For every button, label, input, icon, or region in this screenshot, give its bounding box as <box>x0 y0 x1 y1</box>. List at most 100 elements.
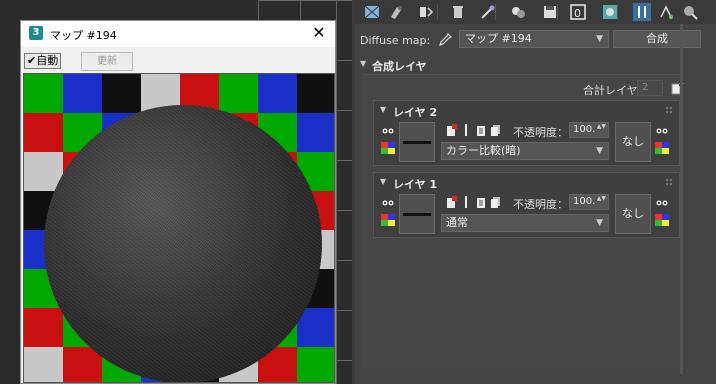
preview-canvas <box>23 73 335 383</box>
drag-handle-icon[interactable] <box>665 106 673 114</box>
blend-mode-dropdown[interactable]: カラー比較(暗) ▼ <box>441 142 609 160</box>
layer-visibility-eye-icon[interactable] <box>381 126 395 136</box>
toolbar-separator <box>437 4 438 20</box>
checker-tile <box>297 74 334 113</box>
mask-color-swatch-icon[interactable] <box>655 214 669 226</box>
viewport-grid-line <box>336 360 352 361</box>
material-parameters-panel: Diffuse map: マップ #194 ▼ 合成 ▼ 合成レイヤ 合計レイヤ… <box>355 24 716 384</box>
layer-copy-icon[interactable] <box>475 196 487 208</box>
layer-new-icon[interactable] <box>445 124 457 136</box>
mask-color-swatch-icon[interactable] <box>655 142 669 154</box>
composite-rollout-header[interactable]: ▼ 合成レイヤ <box>355 56 716 74</box>
checker-tile <box>297 347 334 382</box>
drag-handle-icon[interactable] <box>665 178 673 186</box>
spinner-arrows-icon[interactable]: ▲▼ <box>597 123 606 130</box>
layer-header[interactable]: ▼ レイヤ 2 <box>374 101 679 121</box>
layer-color-swatch-icon[interactable] <box>381 214 395 226</box>
opacity-label: 不透明度： <box>513 126 568 139</box>
layer-separator-icon[interactable] <box>460 124 472 136</box>
chevron-down-icon: ▼ <box>596 218 603 228</box>
opacity-value: 100. <box>573 124 596 135</box>
layer-mask-slot[interactable]: なし <box>615 122 651 162</box>
show-map-icon[interactable] <box>363 3 381 21</box>
map-type-button[interactable]: 合成 <box>613 30 701 48</box>
preview-titlebar[interactable]: 3 マップ #194 ✕ <box>21 21 335 47</box>
spinner-arrows-icon[interactable]: ▲▼ <box>597 195 606 202</box>
opacity-spinner[interactable]: 100. ▲▼ <box>569 194 609 210</box>
material-editor-toolbar: 0 <box>355 0 716 24</box>
blend-mode-value: 通常 <box>446 216 468 229</box>
opacity-spinner[interactable]: 100. ▲▼ <box>569 122 609 138</box>
auto-update-checkbox[interactable]: ✔自動 <box>24 53 62 69</box>
layer-map-slot[interactable] <box>399 194 435 234</box>
map-name-dropdown[interactable]: マップ #194 ▼ <box>459 30 609 48</box>
collapse-icon: ▼ <box>380 105 387 114</box>
viewport-grid-line <box>258 0 259 20</box>
opacity-value: 100. <box>573 196 596 207</box>
collapse-icon: ▼ <box>360 59 367 68</box>
panel-scrollbar[interactable] <box>680 24 683 374</box>
layer-copy-icon[interactable] <box>475 124 487 136</box>
mask-visibility-eye-icon[interactable] <box>655 198 669 208</box>
pick-icon[interactable] <box>681 3 699 21</box>
navigate-icon[interactable] <box>657 3 675 21</box>
assign-material-icon[interactable] <box>417 3 435 21</box>
blend-mode-dropdown[interactable]: 通常 ▼ <box>441 214 609 232</box>
rollout-title: 合成レイヤ <box>372 60 427 73</box>
checker-tile <box>24 308 63 347</box>
toolbar-separator <box>617 4 618 20</box>
layer-visibility-eye-icon[interactable] <box>381 198 395 208</box>
svg-text:0: 0 <box>574 7 581 20</box>
viewport-grid-line <box>336 260 352 261</box>
mask-visibility-eye-icon[interactable] <box>655 126 669 136</box>
checker-tile <box>24 113 63 152</box>
layer-new-icon[interactable] <box>445 196 457 208</box>
update-button[interactable]: 更新 <box>81 52 133 71</box>
checker-tile <box>258 74 297 113</box>
layer-duplicate-icon[interactable] <box>490 196 502 208</box>
checker-tile <box>24 347 63 382</box>
map-id-icon[interactable]: 0 <box>569 3 587 21</box>
checker-tile <box>297 113 334 152</box>
total-layers-field: 2 <box>637 80 663 96</box>
chevron-down-icon: ▼ <box>596 34 603 44</box>
layer-mask-slot[interactable]: なし <box>615 194 651 234</box>
map-slot-preview <box>403 141 431 144</box>
blend-mode-value: カラー比較(暗) <box>446 144 521 157</box>
layer-color-swatch-icon[interactable] <box>381 142 395 154</box>
diffuse-map-label: Diffuse map: <box>360 34 431 47</box>
layer-map-slot[interactable] <box>399 122 435 162</box>
toolbar-separator <box>557 4 558 20</box>
preview-sphere <box>44 105 322 382</box>
viewport-grid-line <box>336 60 352 61</box>
close-icon[interactable]: ✕ <box>309 23 329 43</box>
opacity-label: 不透明度： <box>513 198 568 211</box>
active-tool-icon[interactable] <box>633 3 651 21</box>
eyedropper-icon[interactable] <box>437 32 453 48</box>
chevron-down-icon: ▼ <box>596 146 603 156</box>
collapse-icon: ▼ <box>380 177 387 186</box>
checker-tile <box>219 74 258 113</box>
material-ball-icon[interactable] <box>509 3 527 21</box>
layer-title: レイヤ 2 <box>393 106 438 119</box>
toolbar-separator <box>495 4 496 20</box>
layer-header[interactable]: ▼ レイヤ 1 <box>374 173 679 193</box>
map-preview-window: 3 マップ #194 ✕ ✔自動 更新 <box>20 20 336 384</box>
checker-tile <box>24 74 63 113</box>
viewport-grid-line <box>336 160 352 161</box>
map-name-value: マップ #194 <box>465 32 532 45</box>
paint-icon[interactable] <box>387 3 405 21</box>
viewport-grid-line <box>336 210 352 211</box>
map-slot-preview <box>403 213 431 216</box>
preview-title: マップ #194 <box>50 29 117 42</box>
checker-tile <box>63 74 102 113</box>
layer-separator-icon[interactable] <box>460 196 472 208</box>
viewport-grid-line <box>258 0 352 1</box>
viewport-grid-line <box>336 0 337 384</box>
checker-tile <box>102 74 141 113</box>
layer-title: レイヤ 1 <box>393 178 438 191</box>
app-icon: 3 <box>29 26 43 40</box>
layer-duplicate-icon[interactable] <box>490 124 502 136</box>
delete-icon[interactable] <box>449 3 467 21</box>
viewport-grid-line <box>300 0 301 20</box>
